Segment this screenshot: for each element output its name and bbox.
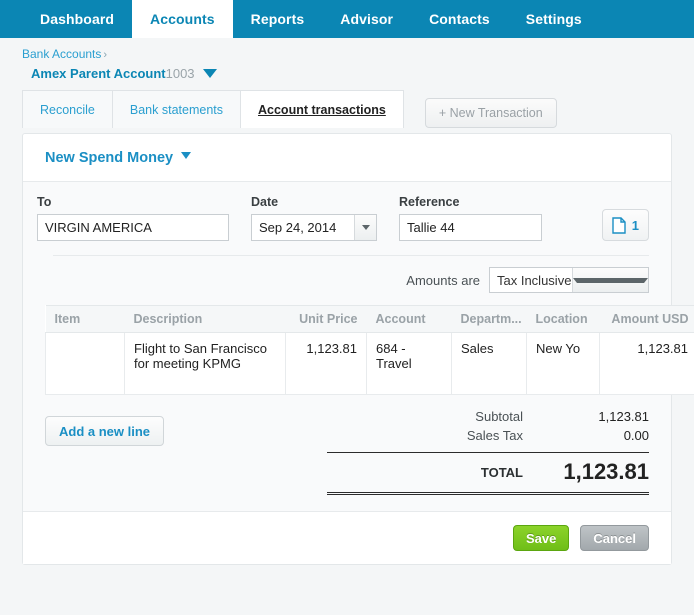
sales-tax-label: Sales Tax: [466, 428, 523, 443]
panel-footer: Save Cancel: [23, 511, 671, 564]
total-row: TOTAL 1,123.81: [327, 453, 649, 492]
add-a-new-line-button[interactable]: Add a new line: [45, 416, 165, 446]
amounts-are-value: Tax Inclusive: [497, 272, 572, 288]
account-dropdown-caret-icon[interactable]: [202, 69, 217, 78]
amounts-are-dropdown-button[interactable]: [572, 268, 648, 292]
total-label: TOTAL: [480, 464, 523, 480]
panel-title-caret-icon[interactable]: [181, 151, 192, 159]
nav-item-settings[interactable]: Settings: [508, 0, 600, 38]
amounts-are-select[interactable]: Tax Inclusive: [489, 267, 649, 293]
field-reference: Reference Tallie 44: [399, 195, 542, 241]
date-input[interactable]: Sep 24, 2014: [251, 214, 377, 241]
account-sub-tabs: Reconcile Bank statements Account transa…: [22, 90, 694, 128]
table-header-row: Item Description Unit Price Account Depa…: [45, 305, 694, 333]
breadcrumb-account-row: Amex Parent Account 1003: [22, 61, 694, 81]
form-field-row: To VIRGIN AMERICA Date Sep 24, 2014 Refe…: [37, 195, 649, 241]
breadcrumb-link-bank-accounts[interactable]: Bank Accounts: [22, 47, 101, 61]
attachment-count: 1: [631, 217, 639, 233]
cell-description[interactable]: Flight to San Francisco for meeting KPMG: [124, 332, 286, 395]
date-value: Sep 24, 2014: [259, 220, 337, 235]
nav-item-advisor[interactable]: Advisor: [322, 0, 411, 38]
line-items-table: Item Description Unit Price Account Depa…: [45, 305, 694, 395]
nav-item-accounts[interactable]: Accounts: [132, 0, 233, 38]
tab-reconcile[interactable]: Reconcile: [22, 90, 113, 128]
totals-section: Add a new line Subtotal 1,123.81 Sales T…: [23, 395, 671, 511]
cell-amount[interactable]: 1,123.81: [599, 332, 694, 395]
column-header-unit-price[interactable]: Unit Price: [285, 305, 367, 333]
line-items-table-wrapper: Item Description Unit Price Account Depa…: [23, 305, 694, 395]
column-header-amount-usd[interactable]: Amount USD: [599, 305, 694, 333]
new-transaction-button[interactable]: + New Transaction: [424, 98, 557, 128]
label-to: To: [37, 195, 52, 209]
reference-input[interactable]: Tallie 44: [399, 214, 542, 241]
cell-department[interactable]: Sales: [451, 332, 527, 395]
transaction-form-fields: To VIRGIN AMERICA Date Sep 24, 2014 Refe…: [23, 181, 671, 255]
save-button[interactable]: Save: [512, 525, 570, 551]
nav-item-contacts[interactable]: Contacts: [411, 0, 508, 38]
to-input[interactable]: VIRGIN AMERICA: [37, 214, 229, 241]
cell-account[interactable]: 684 - Travel: [366, 332, 452, 395]
attachments-button[interactable]: 1: [601, 209, 649, 241]
label-reference: Reference: [399, 195, 460, 209]
section-divider: [53, 255, 649, 256]
spend-money-panel: New Spend Money To VIRGIN AMERICA Date S…: [22, 133, 694, 565]
column-header-department[interactable]: Departm...: [451, 305, 527, 333]
breadcrumb: Bank Accounts › Amex Parent Account 1003: [0, 38, 694, 81]
sales-tax-value: 0.00: [623, 428, 649, 443]
chevron-down-icon: [361, 225, 370, 230]
breadcrumb-separator-icon: ›: [103, 49, 108, 61]
breadcrumb-account-name[interactable]: Amex Parent Account: [31, 66, 166, 81]
table-row[interactable]: Flight to San Francisco for meeting KPMG…: [45, 332, 694, 395]
nav-item-reports[interactable]: Reports: [233, 0, 323, 38]
subtotal-row: Subtotal 1,123.81: [327, 407, 649, 426]
total-value: 1,123.81: [563, 459, 649, 484]
cancel-button[interactable]: Cancel: [580, 525, 649, 551]
cell-location[interactable]: New Yo: [526, 332, 600, 395]
column-header-item[interactable]: Item: [45, 305, 125, 333]
top-navigation-bar: Dashboard Accounts Reports Advisor Conta…: [0, 0, 694, 38]
nav-item-dashboard[interactable]: Dashboard: [22, 0, 132, 38]
date-picker-button[interactable]: [354, 215, 376, 240]
panel-header: New Spend Money: [23, 134, 671, 181]
chevron-down-icon: [573, 277, 648, 283]
tab-bank-statements[interactable]: Bank statements: [111, 90, 241, 128]
label-date: Date: [251, 195, 279, 209]
cell-item[interactable]: [45, 332, 125, 395]
breadcrumb-parent-row: Bank Accounts ›: [22, 46, 694, 61]
totals-double-underline: [327, 492, 649, 495]
field-to: To VIRGIN AMERICA: [37, 195, 229, 241]
column-header-location[interactable]: Location: [526, 305, 600, 333]
subtotal-label: Subtotal: [475, 409, 523, 424]
breadcrumb-account-number: 1003: [165, 66, 195, 81]
tab-account-transactions[interactable]: Account transactions: [240, 90, 404, 128]
subtotal-value: 1,123.81: [598, 409, 649, 424]
column-header-description[interactable]: Description: [124, 305, 286, 333]
amounts-are-section: Amounts are Tax Inclusive: [23, 255, 671, 305]
document-icon: [612, 216, 626, 234]
amounts-are-label: Amounts are: [406, 272, 480, 288]
panel-title-text: New Spend Money: [45, 150, 174, 166]
sales-tax-row: Sales Tax 0.00: [327, 426, 649, 445]
panel-title-dropdown[interactable]: New Spend Money: [45, 150, 192, 166]
cell-unit-price[interactable]: 1,123.81: [285, 332, 367, 395]
totals-block: Subtotal 1,123.81 Sales Tax 0.00 TOTAL 1…: [327, 407, 649, 495]
column-header-account[interactable]: Account: [366, 305, 452, 333]
field-date: Date Sep 24, 2014: [251, 195, 377, 241]
amounts-are-row: Amounts are Tax Inclusive: [45, 267, 649, 293]
